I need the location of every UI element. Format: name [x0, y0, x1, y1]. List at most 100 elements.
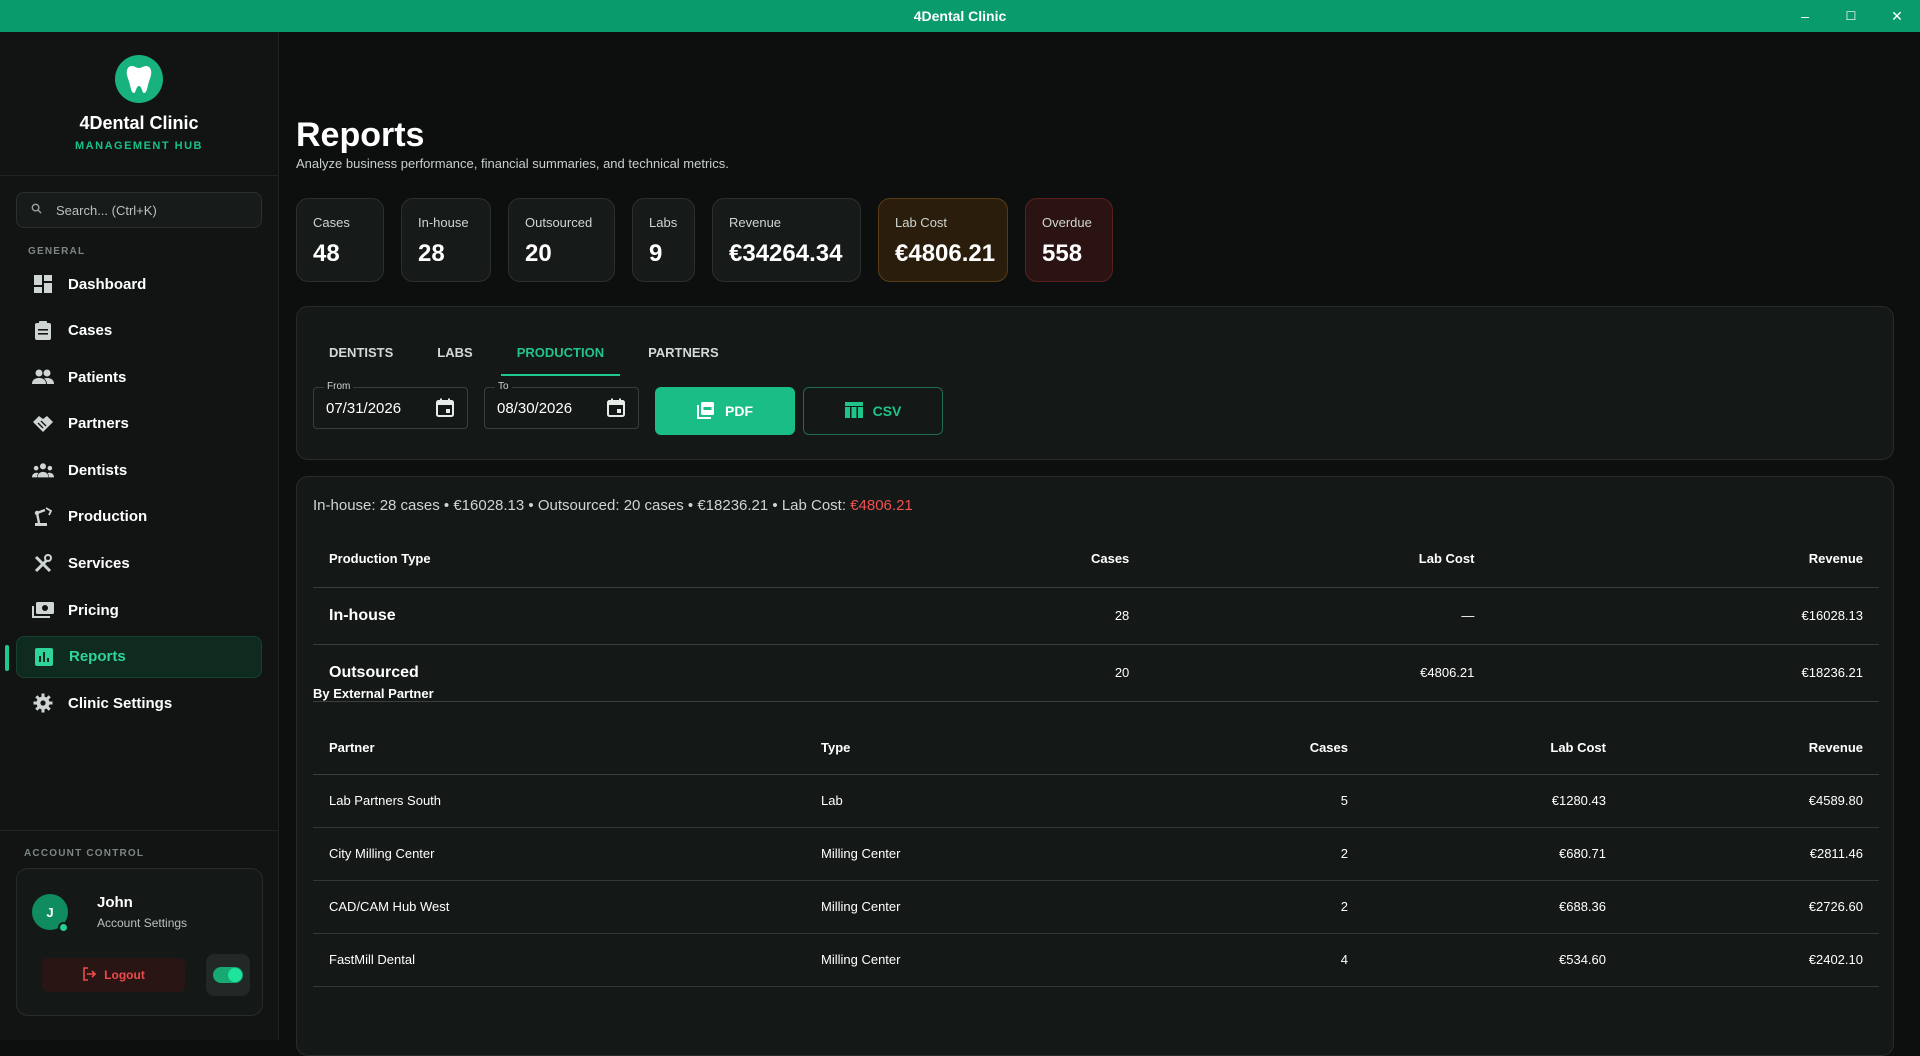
- export-csv-button[interactable]: CSV: [803, 387, 943, 435]
- divider: [0, 830, 279, 831]
- sidebar-item-services[interactable]: Services: [16, 543, 262, 585]
- cases-cell: 5: [1221, 774, 1364, 828]
- revenue-cell: €4589.80: [1622, 774, 1879, 828]
- maximize-icon[interactable]: ☐: [1828, 0, 1874, 32]
- search-input[interactable]: Search... (Ctrl+K): [16, 192, 262, 228]
- partner-section-title: By External Partner: [313, 686, 434, 701]
- calendar-icon[interactable]: [606, 398, 626, 423]
- to-date-label: To: [495, 381, 512, 392]
- general-section-label: GENERAL: [28, 246, 86, 257]
- table-row[interactable]: Lab Partners South Lab 5 €1280.43 €4589.…: [313, 774, 1879, 828]
- lab-cost-cell: €4806.21: [1145, 644, 1491, 702]
- bar-chart-icon: [33, 646, 55, 668]
- close-icon[interactable]: ✕: [1874, 0, 1920, 32]
- column-header[interactable]: Cases: [1221, 722, 1364, 775]
- sidebar-item-patients[interactable]: Patients: [16, 356, 262, 398]
- table-header-row: Partner Type Cases Lab Cost Revenue: [313, 722, 1879, 775]
- tab-partners[interactable]: PARTNERS: [632, 331, 735, 376]
- account-settings-link[interactable]: Account Settings: [97, 916, 187, 930]
- table-row[interactable]: CAD/CAM Hub West Milling Center 2 €688.3…: [313, 880, 1879, 934]
- table-row[interactable]: Outsourced 20 €4806.21 €18236.21: [313, 644, 1879, 702]
- sidebar-item-cases[interactable]: Cases: [16, 310, 262, 352]
- sidebar-item-reports[interactable]: Reports: [5, 635, 262, 678]
- lab-cost-cell: €680.71: [1364, 827, 1622, 881]
- column-header[interactable]: Partner: [313, 722, 821, 775]
- stat-value: 48: [313, 240, 340, 267]
- table-row[interactable]: FastMill Dental Milling Center 4 €534.60…: [313, 933, 1879, 987]
- sidebar-item-partners[interactable]: Partners: [16, 403, 262, 445]
- stat-value: 28: [418, 240, 445, 267]
- production-type-table: Production Type Cases Lab Cost Revenue I…: [313, 531, 1879, 702]
- to-date-field[interactable]: To 08/30/2026: [484, 381, 639, 429]
- search-placeholder: Search... (Ctrl+K): [56, 202, 157, 218]
- from-date-value: 07/31/2026: [326, 400, 402, 417]
- theme-toggle[interactable]: [206, 954, 250, 996]
- people-icon: [32, 366, 54, 388]
- column-header[interactable]: Lab Cost: [1145, 531, 1491, 588]
- lab-cost-cell: €1280.43: [1364, 774, 1622, 828]
- sidebar-item-clinic-settings[interactable]: Clinic Settings: [16, 682, 262, 724]
- production-type-cell: In-house: [313, 587, 1091, 645]
- column-header[interactable]: Production Type: [313, 531, 1091, 588]
- stat-value: 558: [1042, 240, 1083, 267]
- column-header[interactable]: Revenue: [1622, 722, 1879, 775]
- logout-button[interactable]: Logout: [42, 958, 185, 992]
- stat-card-outsourced: Outsourced 20: [508, 198, 615, 282]
- from-date-field[interactable]: From 07/31/2026: [313, 381, 468, 429]
- pdf-label: PDF: [725, 403, 753, 419]
- sidebar-item-label: Reports: [69, 648, 126, 666]
- production-report: In-house: 28 cases • €16028.13 • Outsour…: [296, 476, 1894, 1056]
- sidebar-item-label: Pricing: [68, 601, 119, 619]
- minimize-icon[interactable]: –: [1782, 0, 1828, 32]
- column-header[interactable]: Cases: [1090, 531, 1146, 588]
- clipboard-icon: [32, 320, 54, 342]
- revenue-cell: €2402.10: [1622, 933, 1879, 987]
- tools-icon: [32, 553, 54, 575]
- partner-table: Partner Type Cases Lab Cost Revenue Lab …: [313, 722, 1879, 987]
- sidebar-item-dashboard[interactable]: Dashboard: [16, 263, 262, 305]
- csv-label: CSV: [872, 403, 902, 419]
- tab-labs[interactable]: LABS: [421, 331, 488, 376]
- sidebar-item-pricing[interactable]: Pricing: [16, 589, 262, 631]
- type-cell: Lab: [821, 774, 1221, 828]
- report-controls-panel: DENTISTS LABS PRODUCTION PARTNERS From 0…: [296, 306, 1894, 460]
- toggle-switch[interactable]: [213, 967, 243, 983]
- sidebar-item-label: Clinic Settings: [68, 694, 173, 712]
- column-header[interactable]: Revenue: [1490, 531, 1879, 588]
- cases-cell: 4: [1221, 933, 1364, 987]
- stat-label: Lab Cost: [895, 215, 948, 230]
- lab-cost-cell: €534.60: [1364, 933, 1622, 987]
- brand: 4Dental Clinic MANAGEMENT HUB: [0, 32, 278, 176]
- sidebar-item-dentists[interactable]: Dentists: [16, 449, 262, 491]
- cases-cell: 20: [1090, 644, 1146, 702]
- table-row[interactable]: City Milling Center Milling Center 2 €68…: [313, 827, 1879, 881]
- brand-name: 4Dental Clinic: [79, 113, 199, 133]
- tab-production[interactable]: PRODUCTION: [500, 331, 621, 376]
- column-header[interactable]: Type: [821, 722, 1221, 775]
- sidebar-nav: Dashboard Cases Patients Partners Dentis…: [0, 263, 278, 724]
- account-section-label: ACCOUNT CONTROL: [24, 848, 145, 859]
- stat-card-labs: Labs 9: [632, 198, 695, 282]
- summary-line: In-house: 28 cases • €16028.13 • Outsour…: [313, 497, 913, 514]
- sidebar-item-label: Services: [68, 555, 130, 573]
- column-header[interactable]: Lab Cost: [1364, 722, 1622, 775]
- logout-icon: [82, 966, 97, 984]
- logout-label: Logout: [104, 968, 145, 982]
- calendar-icon[interactable]: [435, 398, 455, 423]
- stats-row: Cases 48 In-house 28 Outsourced 20 Labs …: [296, 198, 1113, 282]
- table-row[interactable]: In-house 28 — €16028.13: [313, 587, 1879, 645]
- export-pdf-button[interactable]: PDF: [655, 387, 795, 435]
- tab-dentists[interactable]: DENTISTS: [313, 331, 409, 376]
- table-icon: [844, 401, 863, 421]
- account-name[interactable]: John: [97, 894, 133, 911]
- handshake-icon: [32, 413, 54, 435]
- sidebar-item-production[interactable]: Production: [16, 496, 262, 538]
- dashboard-icon: [32, 273, 54, 295]
- stat-value: €34264.34: [729, 240, 843, 267]
- revenue-cell: €16028.13: [1490, 587, 1879, 645]
- online-status-dot: [58, 922, 69, 933]
- lab-cost-cell: €688.36: [1364, 880, 1622, 934]
- partner-cell: City Milling Center: [313, 827, 821, 881]
- lab-cost-cell: —: [1145, 587, 1491, 645]
- summary-lab-cost: €4806.21: [850, 497, 913, 514]
